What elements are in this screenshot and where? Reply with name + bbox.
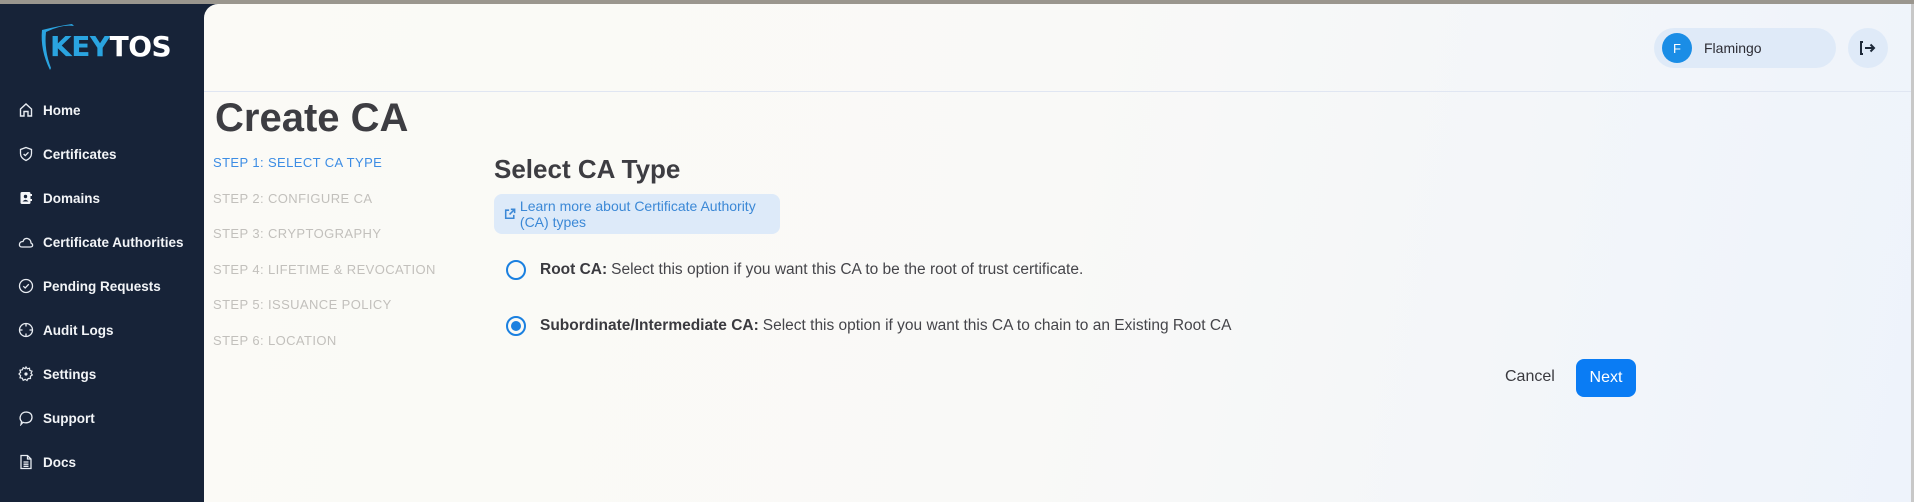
sidebar-item-audit-logs[interactable]: Audit Logs: [0, 308, 204, 352]
step-location[interactable]: STEP 6: LOCATION: [213, 334, 453, 370]
radio-selected-dot: [511, 321, 521, 331]
learn-more-label: Learn more about Certificate Authority (…: [519, 198, 756, 230]
home-icon: [18, 102, 34, 118]
document-icon: [18, 454, 34, 470]
cancel-button[interactable]: Cancel: [1495, 359, 1565, 395]
stepper: STEP 1: SELECT CA TYPE STEP 2: CONFIGURE…: [213, 156, 453, 370]
step-issuance-policy[interactable]: STEP 5: ISSUANCE POLICY: [213, 298, 453, 334]
sidebar-item-label: Support: [43, 410, 95, 426]
keytos-logo[interactable]: KEYTOS: [38, 20, 178, 72]
learn-more-link[interactable]: Learn more about Certificate Authority (…: [494, 194, 780, 234]
logout-icon: [1860, 41, 1876, 55]
logout-button[interactable]: [1848, 28, 1888, 68]
app-frame: KEYTOS Home Certificates Domains Certifi…: [0, 4, 1911, 502]
option-title: Root CA:: [540, 261, 608, 278]
logo-wordmark: KEYTOS: [50, 30, 172, 63]
option-root-ca[interactable]: Root CA: Select this option if you want …: [506, 260, 1083, 280]
sidebar-item-docs[interactable]: Docs: [0, 440, 204, 484]
logo-key: KEY: [50, 30, 110, 63]
sidebar-item-label: Certificate Authorities: [43, 234, 184, 250]
cloud-icon: [18, 234, 34, 250]
sidebar-item-domains[interactable]: Domains: [0, 176, 204, 220]
sidebar-item-label: Settings: [43, 366, 97, 382]
sidebar-item-pending-requests[interactable]: Pending Requests: [0, 264, 204, 308]
step-cryptography[interactable]: STEP 3: CRYPTOGRAPHY: [213, 227, 453, 263]
step-select-ca-type[interactable]: STEP 1: SELECT CA TYPE: [213, 156, 453, 192]
step-lifetime-revocation[interactable]: STEP 4: LIFETIME & REVOCATION: [213, 262, 453, 299]
sidebar-item-label: Home: [43, 102, 81, 118]
sidebar-item-home[interactable]: Home: [0, 88, 204, 132]
shield-check-icon: [18, 146, 34, 162]
sidebar-item-label: Docs: [43, 454, 77, 470]
user-name: Flamingo: [1704, 40, 1762, 56]
page-title: Create CA: [215, 96, 409, 140]
option-subordinate-ca[interactable]: Subordinate/Intermediate CA: Select this…: [506, 316, 1231, 336]
section-title: Select CA Type: [494, 154, 681, 184]
sidebar-item-label: Domains: [43, 190, 101, 206]
option-title: Subordinate/Intermediate CA:: [540, 317, 759, 334]
sidebar: KEYTOS Home Certificates Domains Certifi…: [0, 4, 204, 502]
crosshair-icon: [18, 322, 34, 338]
user-menu-button[interactable]: F Flamingo: [1654, 28, 1836, 68]
contact-book-icon: [18, 190, 34, 206]
sidebar-item-label: Certificates: [43, 146, 117, 162]
top-bar: F Flamingo: [204, 4, 1911, 92]
external-link-icon: [504, 208, 516, 220]
gear-icon: [18, 366, 34, 382]
sidebar-item-label: Audit Logs: [43, 322, 114, 338]
option-description: Select this option if you want this CA t…: [611, 261, 1084, 278]
radio-subordinate-ca[interactable]: [506, 316, 526, 336]
sidebar-item-label: Pending Requests: [43, 278, 161, 294]
sidebar-item-settings[interactable]: Settings: [0, 352, 204, 396]
radio-root-ca[interactable]: [506, 260, 526, 280]
step-configure-ca[interactable]: STEP 2: CONFIGURE CA: [213, 191, 453, 228]
next-button[interactable]: Next: [1576, 359, 1636, 397]
chat-bubble-icon: [18, 410, 34, 426]
main-panel: F Flamingo Create CA STEP 1: SELECT CA T…: [204, 4, 1911, 502]
logo-tos: TOS: [109, 30, 172, 63]
sidebar-item-certificate-authorities[interactable]: Certificate Authorities: [0, 220, 204, 264]
avatar: F: [1662, 33, 1692, 63]
option-description: Select this option if you want this CA t…: [762, 317, 1232, 334]
sidebar-nav: Home Certificates Domains Certificate Au…: [0, 88, 204, 484]
check-circle-icon: [18, 278, 34, 294]
sidebar-item-certificates[interactable]: Certificates: [0, 132, 204, 176]
sidebar-item-support[interactable]: Support: [0, 396, 204, 440]
